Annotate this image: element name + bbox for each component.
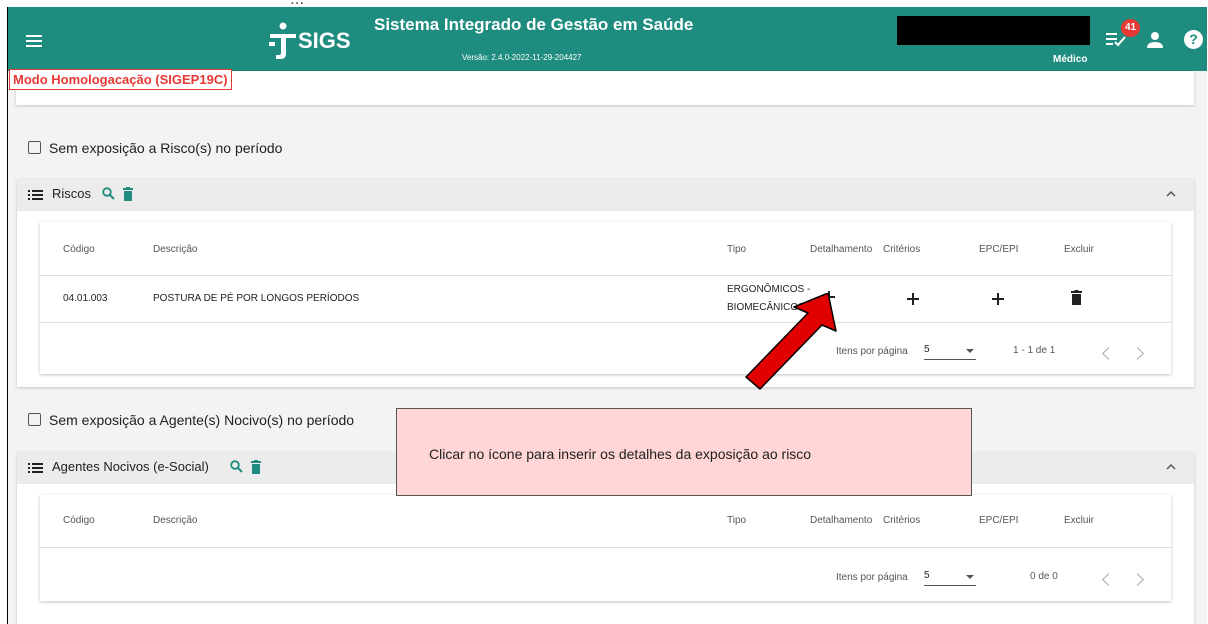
paginator-range: 1 - 1 de 1: [1013, 345, 1056, 356]
agentes-table-card: Código Descrição Tipo Detalhamento Crité…: [40, 495, 1171, 601]
col-epc-epi: EPC/EPI: [979, 515, 1019, 526]
search-icon[interactable]: [102, 187, 115, 200]
col-excluir: Excluir: [1064, 244, 1095, 255]
pointer-arrow-icon: [745, 293, 837, 390]
help-icon[interactable]: ?: [1184, 30, 1203, 49]
cut-off-caption: ...: [290, 0, 304, 7]
col-detalhamento: Detalhamento: [810, 515, 873, 526]
agentes-none-label: Sem exposição a Agente(s) Nocivo(s) no p…: [49, 412, 355, 428]
chevron-up-icon[interactable]: [1166, 189, 1176, 199]
page-size-select[interactable]: 5: [924, 570, 976, 586]
add-criterios-icon[interactable]: [907, 293, 919, 305]
paginator-range: 0 de 0: [1030, 571, 1058, 582]
instruction-callout: Clicar no ícone para inserir os detalhes…: [396, 408, 972, 496]
checkbox-icon[interactable]: [28, 141, 41, 154]
page-size-value: 5: [924, 344, 930, 355]
col-codigo: Código: [63, 244, 95, 255]
col-tipo: Tipo: [727, 515, 747, 526]
col-epc-epi: EPC/EPI: [979, 244, 1019, 255]
page-size-select[interactable]: 5: [924, 344, 976, 360]
row-codigo: 04.01.003: [63, 293, 108, 304]
chevron-up-icon[interactable]: [1166, 462, 1176, 472]
riscos-panel-header[interactable]: Riscos: [17, 179, 1194, 211]
checkbox-icon[interactable]: [28, 413, 41, 426]
homologation-mode-label: Modo Homologacação (SIGEP19C): [9, 69, 232, 90]
user-role: Médico: [1053, 54, 1088, 65]
col-descricao: Descrição: [153, 244, 198, 255]
next-page-icon[interactable]: [1131, 573, 1144, 586]
search-icon[interactable]: [230, 460, 243, 473]
col-tipo: Tipo: [727, 244, 747, 255]
riscos-table-card: Código Descrição Tipo Detalhamento Crité…: [40, 222, 1171, 374]
logo-text: SIGS: [298, 28, 351, 53]
col-descricao: Descrição: [153, 515, 198, 526]
dropdown-caret-icon: [966, 575, 974, 579]
col-detalhamento: Detalhamento: [810, 244, 873, 255]
header-divider: [40, 547, 1171, 548]
user-icon[interactable]: [1146, 31, 1164, 49]
top-cut-text: ...: [0, 0, 1208, 7]
app-frame: SIGS Sistema Integrado de Gestão em Saúd…: [7, 7, 1207, 624]
row-divider: [40, 322, 1171, 323]
row-descricao: POSTURA DE PÉ POR LONGOS PERÍODOS: [153, 293, 360, 304]
redacted-user-block: [897, 16, 1090, 45]
prev-page-icon[interactable]: [1102, 573, 1115, 586]
riscos-panel: Riscos Código Descrição Tipo Detalhament…: [17, 179, 1194, 387]
app-toolbar: SIGS Sistema Integrado de Gestão em Saúd…: [8, 7, 1207, 71]
next-page-icon[interactable]: [1131, 347, 1144, 360]
add-epc-epi-icon[interactable]: [992, 293, 1004, 305]
page-size-value: 5: [924, 570, 930, 581]
trash-icon[interactable]: [123, 187, 133, 201]
dropdown-caret-icon: [966, 349, 974, 353]
delete-icon[interactable]: [1071, 290, 1082, 305]
header-divider: [40, 275, 1171, 276]
col-criterios: Critérios: [883, 244, 921, 255]
notifications-badge: 41: [1121, 19, 1140, 37]
version-label: Versão: 2.4.0-2022-11-29-204427: [462, 53, 582, 62]
riscos-none-label: Sem exposição a Risco(s) no período: [49, 140, 283, 156]
riscos-title: Riscos: [52, 186, 92, 201]
app-title: Sistema Integrado de Gestão em Saúde: [374, 15, 694, 34]
callout-text: Clicar no ícone para inserir os detalhes…: [429, 446, 812, 462]
paginator-label: Itens por página: [836, 572, 908, 583]
prev-page-icon[interactable]: [1102, 347, 1115, 360]
col-criterios: Critérios: [883, 515, 921, 526]
list-icon: [28, 190, 43, 201]
agentes-title: Agentes Nocivos (e-Social): [52, 459, 209, 474]
col-codigo: Código: [63, 515, 95, 526]
col-excluir: Excluir: [1064, 515, 1095, 526]
agentes-none-checkbox[interactable]: Sem exposição a Agente(s) Nocivo(s) no p…: [28, 410, 354, 430]
riscos-none-checkbox[interactable]: Sem exposição a Risco(s) no período: [28, 138, 282, 158]
trash-icon[interactable]: [251, 460, 261, 474]
list-icon: [28, 463, 43, 474]
menu-icon[interactable]: [26, 35, 42, 47]
